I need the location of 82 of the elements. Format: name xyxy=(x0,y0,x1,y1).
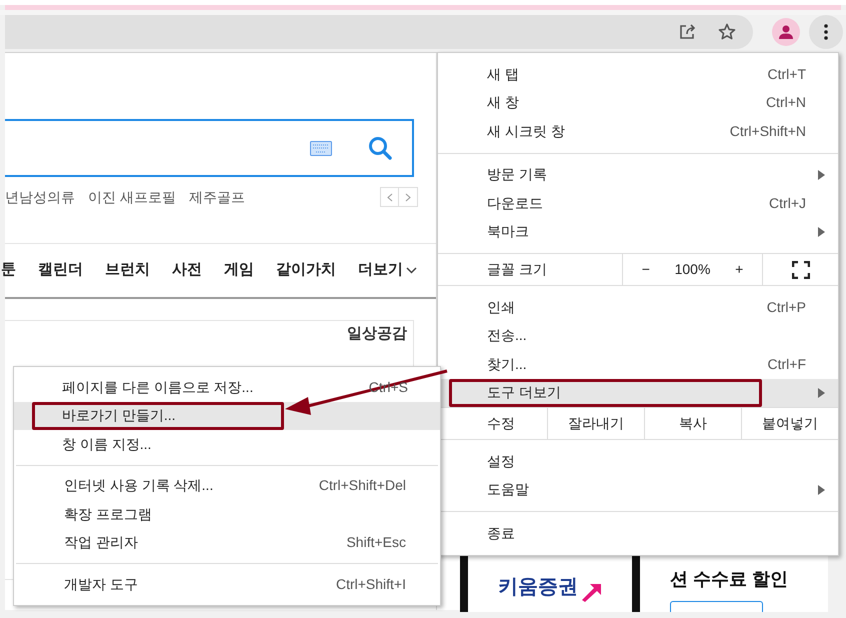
menu-item[interactable]: 종료 xyxy=(438,519,838,548)
nav-link[interactable]: 사전 xyxy=(172,259,202,282)
nav-link[interactable]: 브런치 xyxy=(105,259,150,282)
ad-headline: 션 수수료 할인 xyxy=(670,568,788,591)
menu-label: 새 시크릿 창 xyxy=(487,122,565,141)
menu-label: 방문 기록 xyxy=(487,165,547,184)
shortcut-text: Ctrl+T xyxy=(768,64,806,84)
shortcut-text: Ctrl+J xyxy=(769,194,806,213)
zoom-in-button[interactable]: + xyxy=(716,259,762,280)
menu-label: 설정 xyxy=(487,452,515,471)
star-icon[interactable] xyxy=(718,23,736,41)
menu-item[interactable]: 북마크 xyxy=(438,218,838,246)
menu-label: 새 탭 xyxy=(487,64,519,84)
menu-item[interactable]: 다운로드 Ctrl+J xyxy=(438,189,838,218)
shortcut-text: Ctrl+P xyxy=(766,298,806,317)
menu-item[interactable]: 설정 xyxy=(438,447,838,476)
shortcut-text: Shift+Esc xyxy=(346,533,406,552)
menu-label: 도구 더보기 xyxy=(487,383,561,402)
menu-label: 확장 프로그램 xyxy=(64,504,152,524)
chevron-left-icon xyxy=(386,192,392,202)
menu-item[interactable]: 전송... xyxy=(438,322,838,350)
zoom-out-button[interactable]: − xyxy=(623,259,669,280)
menu-item[interactable]: 새 창 Ctrl+N xyxy=(438,88,838,117)
nav-link[interactable]: 더보기 xyxy=(358,259,417,282)
menu-label: 새 창 xyxy=(487,93,519,112)
menu-item[interactable]: 찾기... Ctrl+F xyxy=(438,350,838,378)
menu-label: 다운로드 xyxy=(487,194,543,213)
nav-link[interactable]: 툰 xyxy=(1,259,16,282)
menu-item[interactable]: 개발자 도구 Ctrl+Shift+I xyxy=(16,570,438,598)
menu-label: 북마크 xyxy=(487,222,529,242)
nav-link[interactable]: 게임 xyxy=(224,259,254,282)
person-icon xyxy=(778,24,794,40)
menu-label: 종료 xyxy=(487,524,515,543)
search-icon[interactable] xyxy=(368,136,392,160)
menu-label: 도움말 xyxy=(487,480,529,500)
menu-item[interactable]: 인쇄 Ctrl+P xyxy=(438,293,838,322)
menu-label: 수정 xyxy=(486,414,516,433)
shortcut-text: Ctrl+Shift+I xyxy=(336,574,406,594)
menu-label: 찾기... xyxy=(487,354,527,374)
menu-item[interactable]: 방문 기록 xyxy=(438,160,838,189)
profile-avatar[interactable] xyxy=(772,18,800,46)
edit-button[interactable]: 복사 xyxy=(644,408,741,439)
menu-button[interactable] xyxy=(809,15,843,49)
fullscreen-icon[interactable] xyxy=(792,260,810,278)
chevron-right-icon xyxy=(405,192,411,202)
search-tag[interactable]: 년남성의류 xyxy=(5,186,75,208)
shortcut-text: Ctrl+F xyxy=(768,354,806,374)
menu-item[interactable]: 새 시크릿 창 Ctrl+Shift+N xyxy=(438,117,838,146)
share-icon[interactable] xyxy=(678,23,696,41)
edit-button[interactable]: 잘라내기 xyxy=(547,408,644,439)
keyboard-icon[interactable] xyxy=(310,140,332,156)
edit-button[interactable]: 붙여넣기 xyxy=(741,408,838,439)
menu-label: 작업 관리자 xyxy=(64,533,138,552)
menu-label: 인터넷 사용 기록 삭제... xyxy=(64,476,214,496)
menu-item[interactable]: 바로가기 만들기... xyxy=(14,402,440,430)
menu-item[interactable]: 확장 프로그램 xyxy=(16,500,438,528)
menu-label: 전송... xyxy=(487,326,527,346)
menu-item[interactable]: 도구 더보기 xyxy=(438,378,838,407)
menu-label: 글꼴 크기 xyxy=(486,260,548,279)
menu-item[interactable]: 창 이름 지정... xyxy=(14,430,440,458)
zoom-level: 100% xyxy=(674,260,712,279)
menu-label: 창 이름 지정... xyxy=(62,434,152,454)
menu-item[interactable]: 인터넷 사용 기록 삭제... Ctrl+Shift+Del xyxy=(16,472,438,500)
menu-icon xyxy=(824,24,828,40)
nav-link[interactable]: 같이가치 xyxy=(276,259,336,282)
banner-tag: 일상공감 xyxy=(347,323,407,346)
ad-button[interactable] xyxy=(670,601,763,612)
menu-item[interactable]: 새 탭 Ctrl+T xyxy=(438,60,838,88)
shortcut-text: Ctrl+Shift+Del xyxy=(318,476,406,496)
search-tag[interactable]: 이진 새프로필 xyxy=(88,186,176,208)
menu-item[interactable]: 도움말 xyxy=(438,476,838,504)
menu-label: 바로가기 만들기... xyxy=(62,406,176,426)
menu-label: 페이지를 다른 이름으로 저장... xyxy=(62,378,254,397)
menu-label: 개발자 도구 xyxy=(64,574,138,594)
search-field[interactable] xyxy=(5,119,414,177)
menu-item[interactable]: 작업 관리자 Shift+Esc xyxy=(16,528,438,557)
ad-logo: 키움증권 xyxy=(498,575,578,600)
nav-link[interactable]: 캘린더 xyxy=(38,259,83,282)
shortcut-text: Ctrl+N xyxy=(766,93,806,112)
search-tag[interactable]: 제주골프 xyxy=(188,186,245,208)
menu-label: 인쇄 xyxy=(487,298,515,317)
shortcut-text: Ctrl+Shift+N xyxy=(730,122,806,141)
